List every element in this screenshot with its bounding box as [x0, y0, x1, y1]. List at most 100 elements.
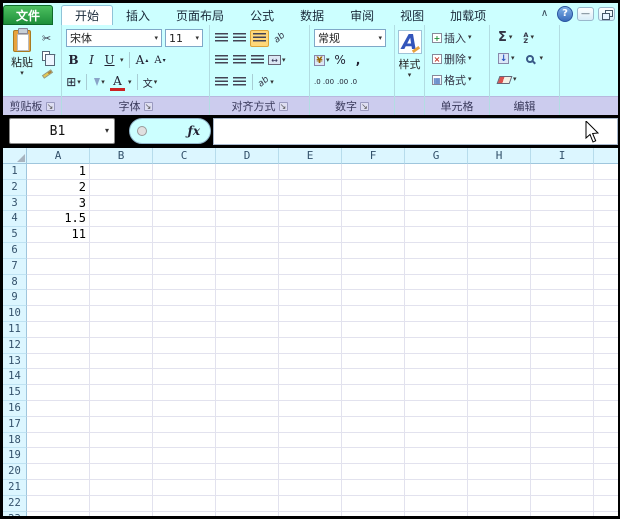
cell-F9[interactable]	[342, 290, 405, 306]
comma-button[interactable]: ,	[351, 52, 366, 69]
cell-D11[interactable]	[216, 322, 279, 338]
cell-H11[interactable]	[468, 322, 531, 338]
fill-color-button[interactable]: ▾	[92, 74, 107, 91]
column-header-F[interactable]: F	[342, 148, 405, 164]
cell-G1[interactable]	[405, 164, 468, 180]
cell-H17[interactable]	[468, 417, 531, 433]
cell-F8[interactable]	[342, 275, 405, 291]
underline-button[interactable]: U	[102, 52, 117, 69]
row-header-7[interactable]: 7	[3, 259, 27, 275]
select-all-corner[interactable]	[3, 148, 27, 164]
cell-A21[interactable]	[27, 480, 90, 496]
decrease-decimal-button[interactable]: .00 .0	[337, 74, 357, 91]
cell-C3[interactable]	[153, 196, 216, 212]
cell-G21[interactable]	[405, 480, 468, 496]
cell-partial[interactable]	[594, 512, 618, 516]
tab-page-layout[interactable]: 页面布局	[163, 5, 237, 25]
cell-C14[interactable]	[153, 369, 216, 385]
cell-D1[interactable]	[216, 164, 279, 180]
find-select-button[interactable]: ▾	[526, 52, 544, 66]
cell-G18[interactable]	[405, 433, 468, 449]
cell-D2[interactable]	[216, 180, 279, 196]
insert-function-button[interactable]: ƒx	[129, 118, 211, 144]
delete-cells-button[interactable]: ×删除▾	[432, 52, 472, 66]
cell-E8[interactable]	[279, 275, 342, 291]
cell-E10[interactable]	[279, 306, 342, 322]
cell-C20[interactable]	[153, 464, 216, 480]
cell-C18[interactable]	[153, 433, 216, 449]
cell-B20[interactable]	[90, 464, 153, 480]
cell-C11[interactable]	[153, 322, 216, 338]
cell-E2[interactable]	[279, 180, 342, 196]
cell-C4[interactable]	[153, 211, 216, 227]
cell-F17[interactable]	[342, 417, 405, 433]
cell-G10[interactable]	[405, 306, 468, 322]
cell-A1[interactable]: 1	[27, 164, 90, 180]
autosum-button[interactable]: Σ▾	[498, 31, 512, 45]
cell-D13[interactable]	[216, 354, 279, 370]
cell-B12[interactable]	[90, 338, 153, 354]
cell-E18[interactable]	[279, 433, 342, 449]
column-header-D[interactable]: D	[216, 148, 279, 164]
cell-B4[interactable]	[90, 211, 153, 227]
underline-dropdown-icon[interactable]: ▾	[120, 57, 124, 64]
borders-button[interactable]: ⊞▾	[66, 74, 81, 91]
cell-C10[interactable]	[153, 306, 216, 322]
cell-H16[interactable]	[468, 401, 531, 417]
phonetic-button[interactable]: 文▾	[143, 74, 158, 91]
row-header-20[interactable]: 20	[3, 464, 27, 480]
cell-E20[interactable]	[279, 464, 342, 480]
cell-E6[interactable]	[279, 243, 342, 259]
cell-F16[interactable]	[342, 401, 405, 417]
cell-D23[interactable]	[216, 512, 279, 516]
cell-E14[interactable]	[279, 369, 342, 385]
cell-H22[interactable]	[468, 496, 531, 512]
font-color-dropdown-icon[interactable]: ▾	[128, 79, 132, 86]
align-right-button[interactable]	[250, 52, 265, 69]
cell-G20[interactable]	[405, 464, 468, 480]
row-header-2[interactable]: 2	[3, 180, 27, 196]
align-top-button[interactable]	[214, 30, 229, 47]
cell-partial[interactable]	[594, 275, 618, 291]
cell-C16[interactable]	[153, 401, 216, 417]
cell-G12[interactable]	[405, 338, 468, 354]
cell-G4[interactable]	[405, 211, 468, 227]
cell-D15[interactable]	[216, 385, 279, 401]
cell-D10[interactable]	[216, 306, 279, 322]
cell-C1[interactable]	[153, 164, 216, 180]
cell-B21[interactable]	[90, 480, 153, 496]
cell-H13[interactable]	[468, 354, 531, 370]
paste-dropdown-icon[interactable]: ▾	[20, 70, 24, 77]
cell-H12[interactable]	[468, 338, 531, 354]
cell-D19[interactable]	[216, 448, 279, 464]
cell-D12[interactable]	[216, 338, 279, 354]
cell-partial[interactable]	[594, 385, 618, 401]
cell-H9[interactable]	[468, 290, 531, 306]
cell-G7[interactable]	[405, 259, 468, 275]
cell-I17[interactable]	[531, 417, 594, 433]
insert-cells-button[interactable]: +插入▾	[432, 31, 472, 45]
cell-H2[interactable]	[468, 180, 531, 196]
align-middle-button[interactable]	[232, 30, 247, 47]
cell-A19[interactable]	[27, 448, 90, 464]
cell-E12[interactable]	[279, 338, 342, 354]
cell-A2[interactable]: 2	[27, 180, 90, 196]
row-header-18[interactable]: 18	[3, 433, 27, 449]
formula-input[interactable]	[213, 118, 618, 145]
cell-E15[interactable]	[279, 385, 342, 401]
row-header-6[interactable]: 6	[3, 243, 27, 259]
cell-C12[interactable]	[153, 338, 216, 354]
cell-I4[interactable]	[531, 211, 594, 227]
cell-D7[interactable]	[216, 259, 279, 275]
cell-H18[interactable]	[468, 433, 531, 449]
cell-C13[interactable]	[153, 354, 216, 370]
cell-partial[interactable]	[594, 496, 618, 512]
cell-G15[interactable]	[405, 385, 468, 401]
cell-F19[interactable]	[342, 448, 405, 464]
tab-addins[interactable]: 加载项	[437, 5, 499, 25]
sort-filter-button[interactable]: AZ▾	[523, 31, 534, 45]
row-header-8[interactable]: 8	[3, 275, 27, 291]
cell-C23[interactable]	[153, 512, 216, 516]
tab-review[interactable]: 审阅	[337, 5, 387, 25]
cell-I8[interactable]	[531, 275, 594, 291]
